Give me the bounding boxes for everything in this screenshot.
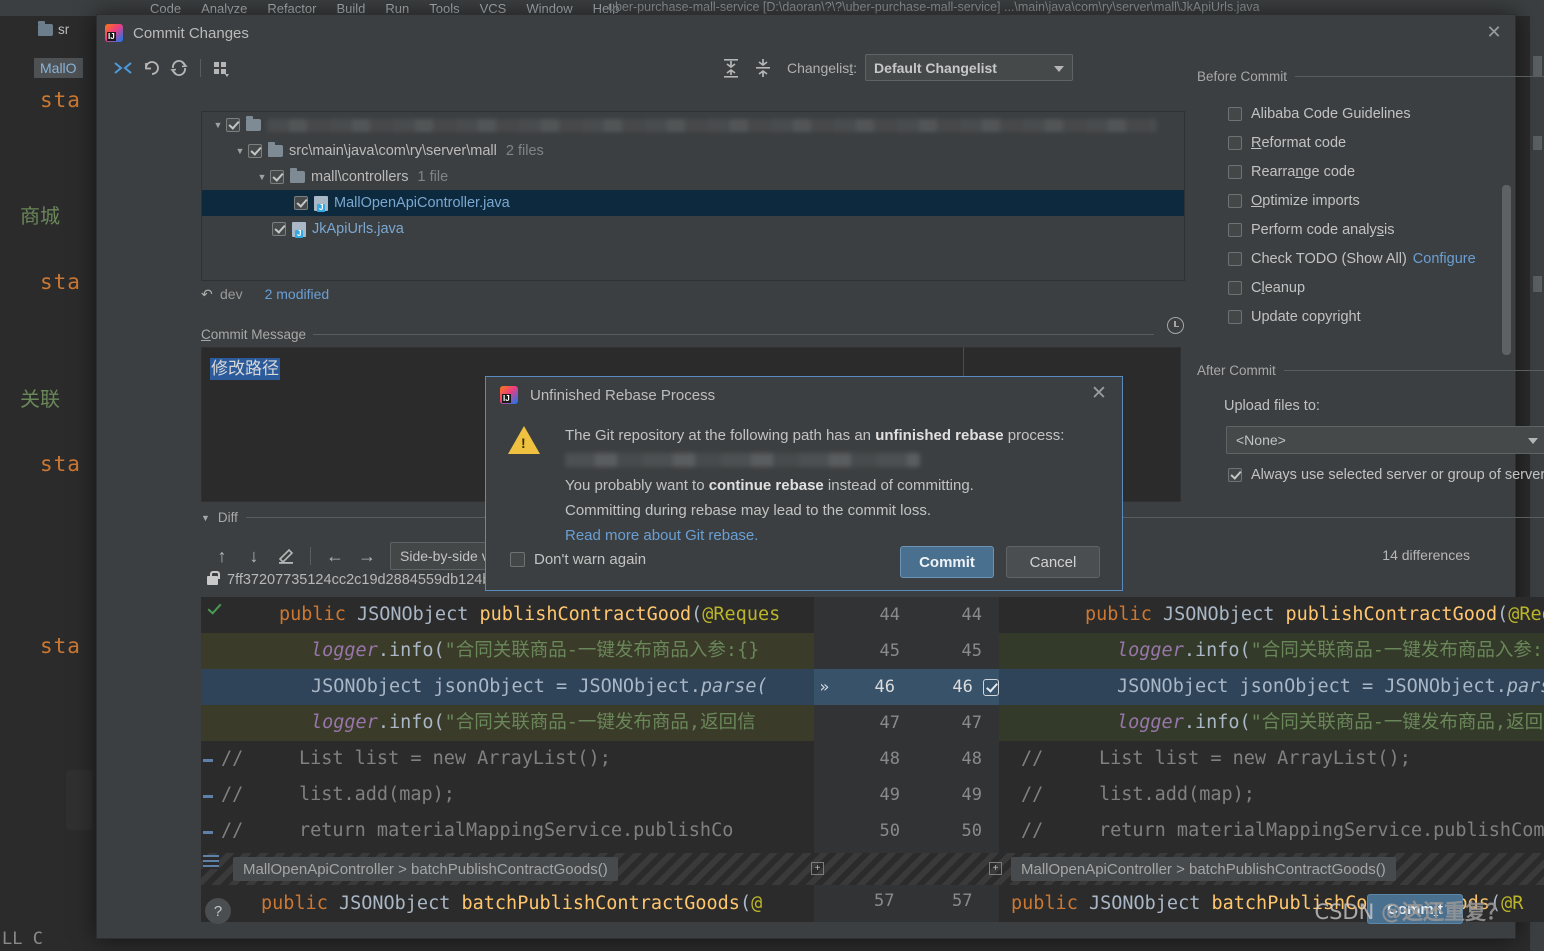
unfinished-rebase-dialog: Unfinished Rebase Process ✕ The Git repo… [485,376,1123,591]
dialog-line-1: The Git repository at the following path… [565,423,1105,448]
dialog-footer: Don't warn again Commit Cancel [486,546,1124,578]
dialog-title: Unfinished Rebase Process [530,386,716,404]
redacted-repository-path [565,453,920,467]
checkbox-box[interactable] [510,552,525,567]
git-rebase-help-link[interactable]: Read more about Git rebase. [565,523,1105,548]
dialog-body: The Git repository at the following path… [565,423,1105,548]
warning-triangle-icon [508,426,540,454]
checkbox-label: Don't warn again [534,551,647,568]
dialog-line-1-pre: The Git repository at the following path… [565,427,876,444]
dialog-cancel-button[interactable]: Cancel [1006,546,1100,578]
dialog-line-3: Committing during rebase may lead to the… [565,502,931,519]
checkbox-dont-warn-again[interactable]: Don't warn again [510,551,646,568]
intellij-idea-logo-icon [500,386,518,404]
dialog-line-1-post: process: [1003,427,1065,444]
dialog-line-2-pre: You probably want to [565,477,709,494]
dialog-commit-button[interactable]: Commit [900,546,994,578]
dialog-line-2-bold: continue rebase [708,477,824,494]
dialog-line-2-post: instead of committing. [823,477,974,494]
dialog-line-2: You probably want to continue rebase ins… [565,473,1105,498]
close-icon[interactable]: ✕ [1089,384,1109,405]
dialog-titlebar: Unfinished Rebase Process ✕ [486,377,1122,413]
dialog-line-1-bold: unfinished rebase [875,427,1004,444]
